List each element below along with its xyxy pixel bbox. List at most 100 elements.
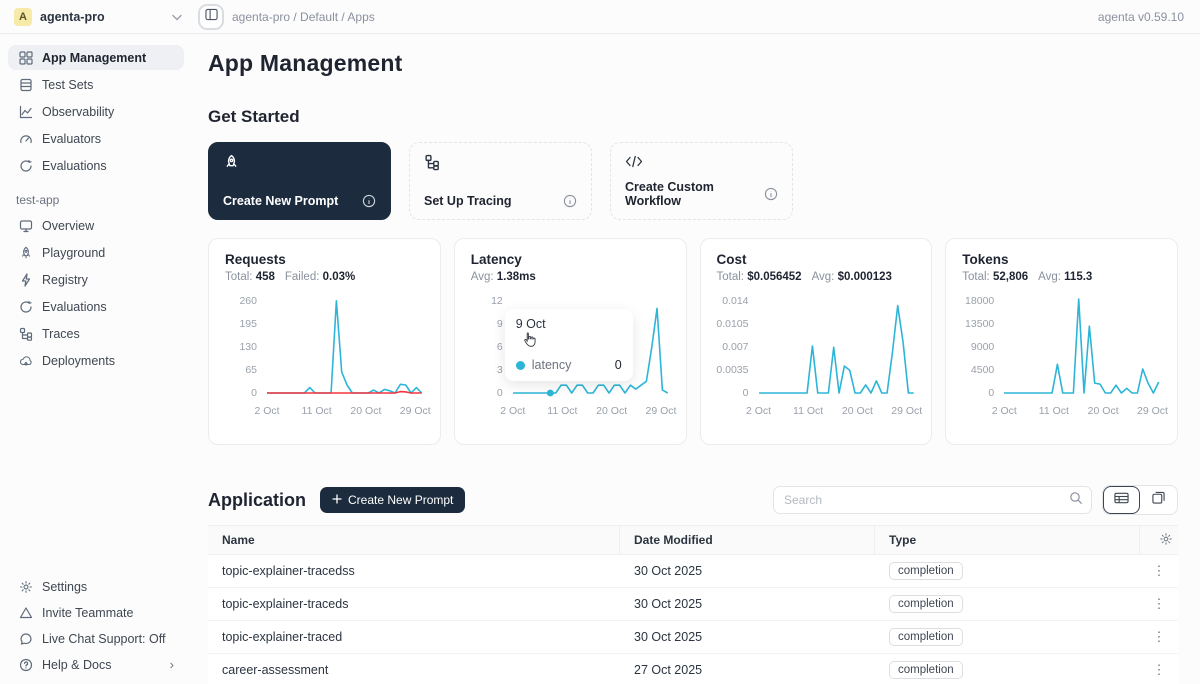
app-name: career-assessment [208, 663, 620, 677]
sidebar-item-label: Settings [42, 580, 87, 594]
info-icon[interactable] [563, 194, 577, 208]
row-actions-kebab-icon[interactable]: ⋮ [1140, 596, 1178, 612]
y-axis-labels: 1800013500900045000 [962, 295, 1002, 399]
code-icon [625, 154, 778, 174]
sidebar-item-label: Live Chat Support: Off [42, 632, 165, 646]
card-view-button[interactable] [1140, 486, 1177, 514]
breadcrumb[interactable]: agenta-pro / Default / Apps [232, 10, 375, 24]
x-axis-labels: 2 Oct11 Oct20 Oct29 Oct [757, 403, 916, 419]
create-new-prompt-button[interactable]: Create New Prompt [320, 487, 465, 513]
page-title: App Management [208, 50, 1178, 77]
sidebar-item-label: Deployments [42, 354, 115, 368]
app-date-modified: 30 Oct 2025 [620, 564, 875, 578]
search-box [773, 486, 1092, 514]
column-header-type: Type [875, 526, 1140, 554]
get-started-heading: Get Started [208, 107, 1178, 127]
table-settings-gear-icon[interactable] [1159, 532, 1173, 549]
workspace-avatar: A [14, 8, 32, 26]
sidebar-item-invite-teammate[interactable]: Invite Teammate [8, 600, 184, 625]
table-row[interactable]: career-assessment 27 Oct 2025 completion… [208, 654, 1178, 684]
cost-chart[interactable] [757, 295, 916, 399]
metric-stats: Total: 52,806 Avg: 115.3 [962, 271, 1161, 283]
row-actions-kebab-icon[interactable]: ⋮ [1140, 662, 1178, 678]
card-label: Create New Prompt [223, 194, 338, 208]
sidebar-item-label: Test Sets [42, 78, 93, 92]
requests-metric-card: Requests Total: 458 Failed: 0.03% 260195… [208, 238, 441, 445]
row-actions-kebab-icon[interactable]: ⋮ [1140, 629, 1178, 645]
table-icon [18, 77, 33, 92]
series-dot [516, 361, 525, 370]
info-icon[interactable] [362, 194, 376, 208]
sidebar-item-live-chat[interactable]: Live Chat Support: Off [8, 626, 184, 651]
topbar: A agenta-pro agenta-pro / Default / Apps… [0, 0, 1200, 34]
series-value: 0 [615, 358, 622, 372]
sidebar-item-overview[interactable]: Overview [8, 213, 184, 238]
sidebar-item-playground[interactable]: Playground [8, 240, 184, 265]
monitor-icon [18, 218, 33, 233]
tooltip-date: 9 Oct [516, 317, 622, 331]
app-name: topic-explainer-traceds [208, 597, 620, 611]
table-view-button[interactable] [1103, 486, 1140, 514]
set-up-tracing-card[interactable]: Set Up Tracing [409, 142, 592, 220]
rocket-icon [223, 154, 376, 176]
sidebar-item-label: Help & Docs [42, 658, 111, 672]
invite-teammate-icon [18, 605, 33, 620]
table-row[interactable]: topic-explainer-traced 30 Oct 2025 compl… [208, 621, 1178, 654]
app-date-modified: 30 Oct 2025 [620, 630, 875, 644]
get-started-cards: Create New Prompt Set Up Tracing Create … [208, 142, 1178, 220]
sidebar-item-evaluations[interactable]: Evaluations [8, 153, 184, 178]
x-axis-labels: 2 Oct11 Oct20 Oct29 Oct [1002, 403, 1161, 419]
chevron-down-icon [172, 8, 182, 26]
cloud-icon [18, 353, 33, 368]
gauge-icon [18, 131, 33, 146]
workspace-name: agenta-pro [40, 10, 105, 24]
x-axis-labels: 2 Oct11 Oct20 Oct29 Oct [265, 403, 424, 419]
refresh-icon [18, 299, 33, 314]
column-header-date-modified: Date Modified [620, 526, 875, 554]
sidebar-toggle-button[interactable] [198, 4, 224, 30]
sidebar: App Management Test Sets Observability E… [0, 34, 192, 684]
search-icon[interactable] [1069, 491, 1083, 510]
table-row[interactable]: topic-explainer-tracedss 30 Oct 2025 com… [208, 555, 1178, 588]
tokens-metric-card: Tokens Total: 52,806 Avg: 115.3 18000135… [945, 238, 1178, 445]
card-label: Create Custom Workflow [625, 180, 764, 208]
sidebar-item-app-management[interactable]: App Management [8, 45, 184, 70]
sidebar-item-settings[interactable]: Settings [8, 574, 184, 599]
metric-title: Latency [471, 252, 670, 267]
requests-chart[interactable] [265, 295, 424, 399]
sidebar-item-help-docs[interactable]: Help & Docs › [8, 652, 184, 677]
grid-icon [18, 50, 33, 65]
application-toolbar: Application Create New Prompt [208, 485, 1178, 515]
info-icon[interactable] [764, 187, 778, 201]
metric-stats: Avg: 1.38ms [471, 271, 670, 283]
sidebar-item-traces[interactable]: Traces [8, 321, 184, 346]
line-chart-icon [18, 104, 33, 119]
metric-stats: Total: 458 Failed: 0.03% [225, 271, 424, 283]
app-date-modified: 27 Oct 2025 [620, 663, 875, 677]
create-custom-workflow-card[interactable]: Create Custom Workflow [610, 142, 793, 220]
table-header: Name Date Modified Type [208, 525, 1178, 555]
sidebar-item-registry[interactable]: Registry [8, 267, 184, 292]
table-row[interactable]: topic-explainer-traceds 30 Oct 2025 comp… [208, 588, 1178, 621]
workspace-selector[interactable]: A agenta-pro [0, 8, 192, 26]
app-date-modified: 30 Oct 2025 [620, 597, 875, 611]
application-heading: Application [208, 490, 306, 511]
column-header-name: Name [208, 526, 620, 554]
trace-icon [424, 154, 577, 176]
sidebar-item-observability[interactable]: Observability [8, 99, 184, 124]
sidebar-item-label: Evaluations [42, 300, 107, 314]
sidebar-item-label: Playground [42, 246, 105, 260]
sidebar-item-label: Registry [42, 273, 88, 287]
sidebar-item-evaluators[interactable]: Evaluators [8, 126, 184, 151]
sidebar-item-label: Overview [42, 219, 94, 233]
plus-icon [332, 493, 342, 507]
tokens-chart[interactable] [1002, 295, 1161, 399]
row-actions-kebab-icon[interactable]: ⋮ [1140, 563, 1178, 579]
sidebar-item-evaluations-app[interactable]: Evaluations [8, 294, 184, 319]
sidebar-item-deployments[interactable]: Deployments [8, 348, 184, 373]
search-input[interactable] [784, 493, 1069, 507]
type-badge: completion [889, 661, 963, 679]
create-new-prompt-card[interactable]: Create New Prompt [208, 142, 391, 220]
sidebar-item-test-sets[interactable]: Test Sets [8, 72, 184, 97]
y-axis-labels: 260195130650 [225, 295, 265, 399]
